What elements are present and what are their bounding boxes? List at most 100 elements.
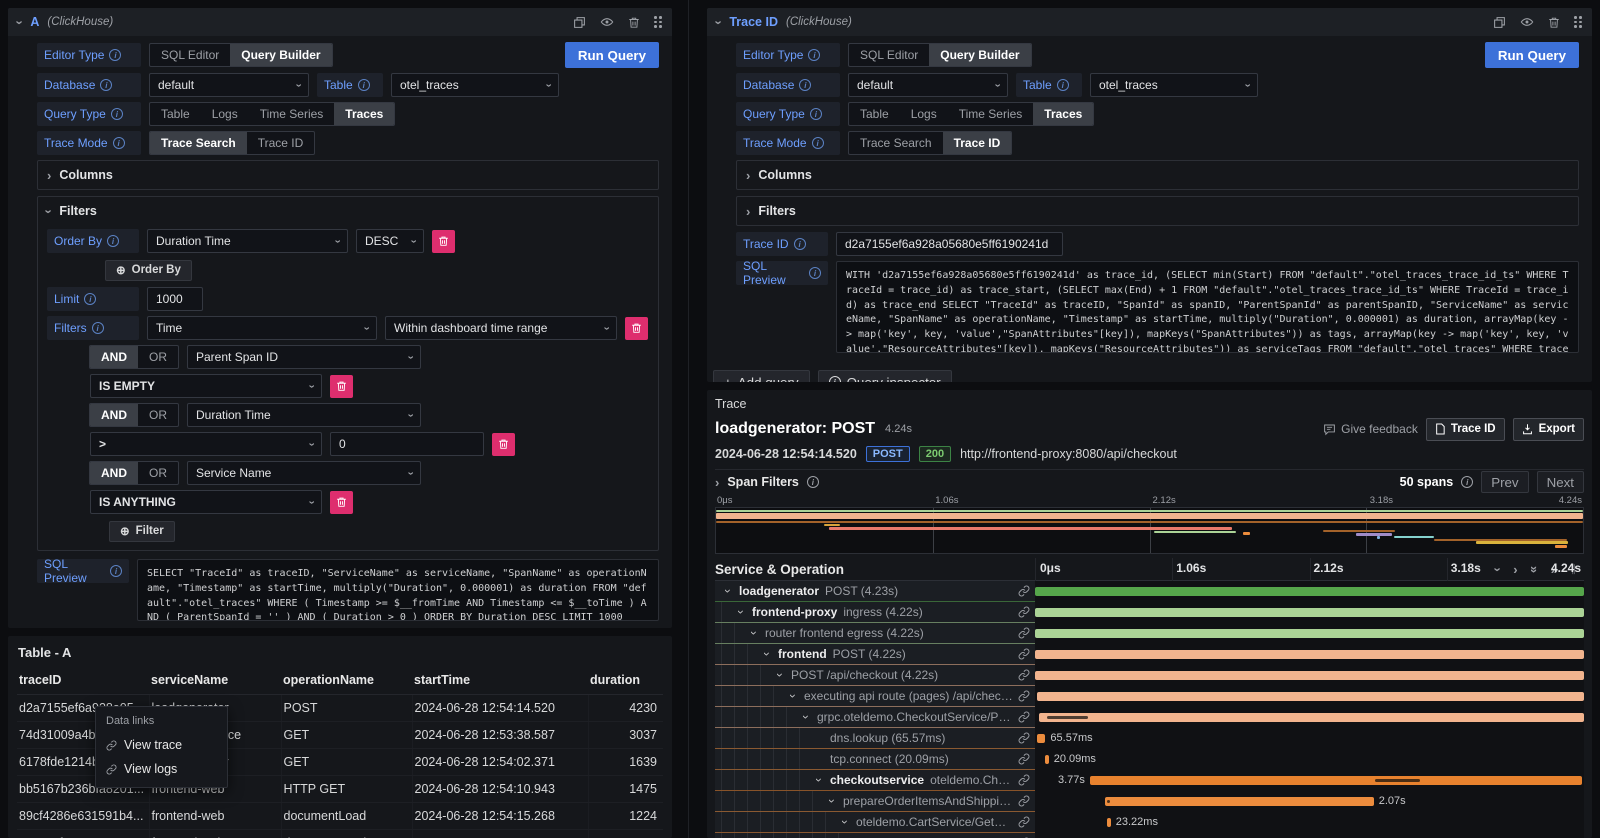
query-inspector-button[interactable]: iQuery inspector (818, 370, 952, 382)
span-bar[interactable] (1107, 818, 1110, 827)
span-row[interactable]: ›cartservicePOST /oteldemo.CartService/G… (715, 833, 1584, 838)
info-icon[interactable]: i (109, 49, 121, 61)
filter-operator-select[interactable]: IS EMPTY› (90, 374, 322, 398)
info-icon[interactable]: i (807, 476, 819, 488)
run-query-button[interactable]: Run Query (565, 42, 659, 68)
span-bar[interactable] (1035, 608, 1584, 617)
span-waterfall-cell[interactable] (1035, 707, 1584, 728)
view-trace-link[interactable]: View trace (96, 733, 227, 757)
sql-editor-option[interactable]: SQL Editor (150, 44, 230, 66)
add-filter-button[interactable]: ⊕Filter (109, 521, 175, 542)
or-option[interactable]: OR (138, 346, 178, 368)
span-link-icon[interactable] (1018, 774, 1030, 789)
order-by-direction-select[interactable]: DESC› (356, 229, 424, 253)
span-waterfall-cell[interactable] (1035, 833, 1584, 838)
info-icon[interactable]: i (1057, 79, 1069, 91)
span-waterfall-cell[interactable]: 65.57ms (1035, 728, 1584, 749)
span-link-icon[interactable] (1018, 816, 1030, 831)
filter-field-select[interactable]: Parent Span ID› (187, 345, 421, 369)
duplicate-icon[interactable] (573, 16, 586, 29)
tab-time-series[interactable]: Time Series (249, 103, 335, 125)
query-a-header[interactable]: › A (ClickHouse) (8, 8, 672, 36)
database-select[interactable]: default› (848, 73, 1008, 97)
run-query-button[interactable]: Run Query (1485, 42, 1579, 68)
chevron-down-icon[interactable]: › (812, 775, 826, 785)
drag-handle-icon[interactable] (1574, 16, 1582, 28)
info-icon[interactable]: i (110, 565, 122, 577)
span-link-icon[interactable] (1018, 606, 1030, 621)
columns-section[interactable]: ›Columns (736, 160, 1579, 190)
collapse-icon[interactable]: › (14, 20, 27, 24)
add-query-button[interactable]: +Add query (713, 370, 810, 382)
span-row[interactable]: ›dns.lookup (65.57ms)65.57ms (715, 728, 1584, 749)
filters-section[interactable]: ›Filters (736, 196, 1579, 226)
col-servicename[interactable]: serviceName (149, 666, 281, 695)
remove-filter-button[interactable] (625, 317, 648, 340)
trash-icon[interactable] (1548, 16, 1560, 29)
span-waterfall-cell[interactable]: 23.22ms (1035, 812, 1584, 833)
span-link-icon[interactable] (1018, 711, 1030, 726)
sql-editor-option[interactable]: SQL Editor (849, 44, 929, 66)
export-button[interactable]: Export (1513, 418, 1584, 441)
filter-field-select[interactable]: Duration Time› (187, 403, 421, 427)
chevron-down-icon[interactable]: › (734, 607, 748, 617)
span-waterfall-cell[interactable] (1035, 623, 1584, 644)
span-waterfall-cell[interactable] (1035, 665, 1584, 686)
span-row[interactable]: ›POST /api/checkout (4.22s) (715, 665, 1584, 686)
remove-filter-button[interactable] (492, 433, 515, 456)
span-link-icon[interactable] (1018, 627, 1030, 642)
or-option[interactable]: OR (138, 462, 178, 484)
info-icon[interactable]: i (107, 235, 119, 247)
duplicate-icon[interactable] (1493, 16, 1506, 29)
span-bar[interactable] (1037, 692, 1584, 701)
col-traceid[interactable]: traceID (17, 666, 149, 695)
span-bar[interactable] (1105, 797, 1373, 806)
remove-filter-button[interactable] (330, 491, 353, 514)
span-bar[interactable] (1045, 755, 1048, 764)
info-icon[interactable]: i (794, 238, 806, 250)
info-icon[interactable]: i (810, 108, 822, 120)
query-builder-option[interactable]: Query Builder (929, 44, 1030, 66)
chevron-right-icon[interactable]: › (715, 476, 719, 489)
info-icon[interactable]: i (84, 293, 96, 305)
span-waterfall-cell[interactable] (1035, 686, 1584, 707)
span-bar[interactable] (1039, 713, 1584, 722)
filter-operator-select[interactable]: >› (90, 432, 322, 456)
chevron-down-icon[interactable]: › (838, 817, 852, 827)
give-feedback-link[interactable]: Give feedback (1323, 422, 1418, 436)
and-option[interactable]: AND (90, 346, 138, 368)
chevron-down-icon[interactable]: › (760, 649, 774, 659)
filter-field-select[interactable]: Time› (147, 316, 377, 340)
info-icon[interactable]: i (358, 79, 370, 91)
trace-id-button[interactable]: Trace ID (1426, 418, 1505, 441)
tab-table[interactable]: Table (150, 103, 201, 125)
query-b-header[interactable]: › Trace ID (ClickHouse) (707, 8, 1592, 36)
info-icon[interactable]: i (111, 108, 123, 120)
info-icon[interactable]: i (92, 322, 104, 334)
info-icon[interactable]: i (799, 79, 811, 91)
span-row[interactable]: ›grpc.oteldemo.CheckoutService/PlaceOrde… (715, 707, 1584, 728)
trash-icon[interactable] (628, 16, 640, 29)
table-select[interactable]: otel_traces› (391, 73, 559, 97)
tab-traces[interactable]: Traces (334, 103, 394, 125)
span-waterfall-cell[interactable] (1035, 581, 1584, 602)
trace-id-option[interactable]: Trace ID (247, 132, 315, 154)
remove-filter-button[interactable] (330, 375, 353, 398)
span-waterfall-cell[interactable]: 20.09ms (1035, 749, 1584, 770)
filter-value-input[interactable] (330, 432, 484, 456)
info-icon[interactable]: i (809, 267, 821, 279)
order-by-field-select[interactable]: Duration Time› (147, 229, 348, 253)
filter-value-select[interactable]: Within dashboard time range› (385, 316, 617, 340)
span-bar[interactable] (1090, 776, 1582, 785)
span-row[interactable]: ›loadgeneratorPOST (4.23s) (715, 581, 1584, 602)
trace-id-input[interactable] (836, 232, 1063, 256)
trace-link[interactable]: 89cf4286e631591b4... (17, 803, 149, 830)
col-operationname[interactable]: operationName (281, 666, 412, 695)
columns-section[interactable]: ›Columns (37, 160, 659, 190)
filter-operator-select[interactable]: IS ANYTHING› (90, 490, 322, 514)
col-starttime[interactable]: startTime (412, 666, 588, 695)
chevron-down-icon[interactable]: › (786, 691, 800, 701)
collapse-icon[interactable]: › (713, 20, 726, 24)
info-icon[interactable]: i (113, 137, 125, 149)
span-bar[interactable] (1035, 650, 1584, 659)
